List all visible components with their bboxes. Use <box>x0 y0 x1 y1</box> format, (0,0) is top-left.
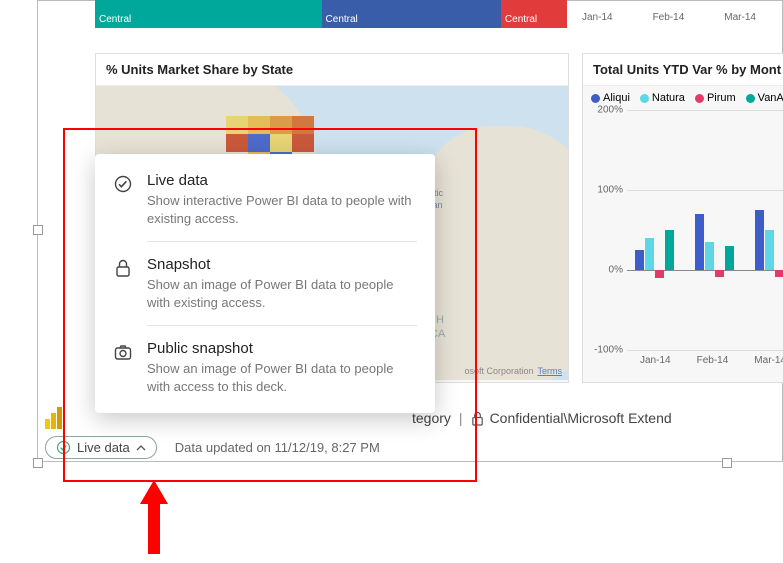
selection-handle-bottom-right[interactable] <box>722 458 732 468</box>
legend-dot-aliqui <box>591 94 600 103</box>
map-attribution: osoft CorporationTerms <box>464 366 562 376</box>
live-data-dropdown[interactable]: Live data <box>45 436 157 459</box>
bars <box>627 110 783 350</box>
legend-dot-pirum <box>695 94 704 103</box>
camera-icon <box>113 342 133 395</box>
top-right-x-axis: Jan-14 Feb-14 Mar-14 <box>582 12 756 23</box>
segment-red: Central <box>501 0 567 28</box>
status-bar: Live data Data updated on 11/12/19, 8:27… <box>45 436 380 459</box>
popup-item-subtitle: Show an image of Power BI data to people… <box>147 276 417 311</box>
segment-teal: Central <box>95 0 322 28</box>
check-circle-icon <box>113 174 133 227</box>
stacked-bar-segment-row: Central Central Central <box>95 0 567 28</box>
check-circle-icon <box>56 440 71 455</box>
legend-dot-natura <box>640 94 649 103</box>
selection-handle-left[interactable] <box>33 225 43 235</box>
popup-option-public-snapshot[interactable]: Public snapshot Show an image of Power B… <box>95 326 435 409</box>
map-title: % Units Market Share by State <box>96 54 568 86</box>
popup-option-live-data[interactable]: Live data Show interactive Power BI data… <box>95 158 435 241</box>
popup-item-title: Public snapshot <box>147 340 417 357</box>
bar-chart-card[interactable]: Total Units YTD Var % by Mont Aliqui Nat… <box>582 53 783 383</box>
x-axis: Jan-14 Feb-14 Mar-14 <box>627 355 783 366</box>
legend-dot-vanar <box>746 94 755 103</box>
selection-handle-bottom-left[interactable] <box>33 458 43 468</box>
popup-item-title: Snapshot <box>147 256 417 273</box>
popup-option-snapshot[interactable]: Snapshot Show an image of Power BI data … <box>95 242 435 325</box>
popup-item-title: Live data <box>147 172 417 189</box>
live-data-label: Live data <box>77 440 130 455</box>
data-mode-popup: Live data Show interactive Power BI data… <box>95 154 435 413</box>
chevron-up-icon <box>136 443 146 453</box>
y-axis: 200% 100% 0% -100% <box>587 110 627 350</box>
popup-item-subtitle: Show an image of Power BI data to people… <box>147 360 417 395</box>
map-label-h: H <box>436 314 444 326</box>
bar-chart-title: Total Units YTD Var % by Mont <box>583 54 783 86</box>
confidential-label: Confidential\Microsoft Extend <box>490 410 672 426</box>
data-updated-text: Data updated on 11/12/19, 8:27 PM <box>175 440 380 455</box>
segment-blue: Central <box>322 0 501 28</box>
lock-icon <box>471 411 484 426</box>
map-terms-link[interactable]: Terms <box>538 366 563 376</box>
lock-icon <box>113 258 133 311</box>
popup-item-subtitle: Show interactive Power BI data to people… <box>147 192 417 227</box>
annotation-arrow-icon <box>140 480 168 554</box>
bar-chart-area: 200% 100% 0% -100% <box>587 110 783 350</box>
